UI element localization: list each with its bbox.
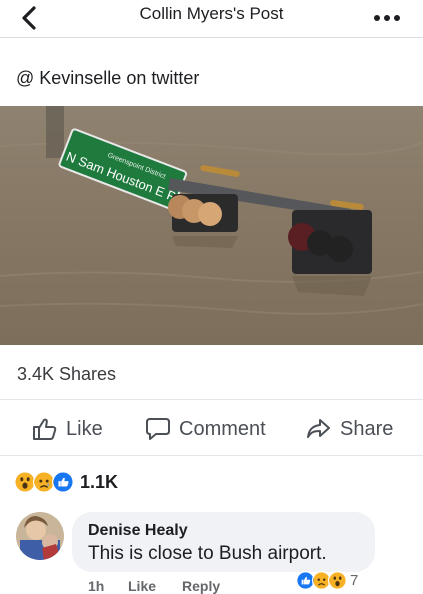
post-photo[interactable]: Greenspoint District N Sam Houston E Pkw… bbox=[0, 106, 423, 345]
avatar-image bbox=[16, 512, 64, 560]
comment-label: Comment bbox=[179, 417, 266, 440]
thumbs-up-icon bbox=[33, 418, 57, 440]
page-title: Collin Myers's Post bbox=[139, 4, 284, 23]
share-button[interactable]: Share bbox=[306, 412, 393, 446]
comment-reactions[interactable]: 7 bbox=[296, 570, 358, 590]
comment-time: 1h bbox=[88, 578, 105, 594]
comment-bubble[interactable]: Denise Healy This is close to Bush airpo… bbox=[72, 512, 375, 572]
divider bbox=[0, 455, 423, 456]
chevron-left-icon bbox=[22, 6, 36, 30]
comment-reaction-count: 7 bbox=[350, 571, 359, 589]
wow-reaction-icon bbox=[328, 570, 347, 590]
shares-count[interactable]: 3.4K Shares bbox=[17, 363, 116, 385]
more-dot bbox=[384, 15, 390, 21]
reactions-count: 1.1K bbox=[80, 471, 119, 492]
share-arrow-icon bbox=[307, 419, 330, 438]
comment-like-link[interactable]: Like bbox=[128, 578, 156, 594]
flood-photo-image: Greenspoint District N Sam Houston E Pkw… bbox=[0, 106, 423, 345]
avatar[interactable] bbox=[16, 512, 64, 560]
like-label: Like bbox=[66, 417, 103, 440]
post-caption: @ Kevinselle on twitter bbox=[16, 68, 200, 88]
like-button[interactable]: Like bbox=[32, 412, 103, 446]
share-label: Share bbox=[340, 417, 394, 440]
back-button[interactable] bbox=[18, 4, 44, 32]
comment-reply-link[interactable]: Reply bbox=[182, 578, 220, 594]
more-dots-icon bbox=[374, 15, 380, 21]
more-dot bbox=[394, 15, 400, 21]
speech-bubble-icon bbox=[146, 418, 170, 440]
comment-text: This is close to Bush airport. bbox=[88, 543, 327, 564]
reactions-summary[interactable]: 1.1K bbox=[14, 470, 118, 494]
divider bbox=[0, 399, 423, 400]
like-reaction-icon bbox=[52, 471, 74, 493]
top-bar: Collin Myers's Post bbox=[0, 0, 423, 38]
more-options-button[interactable] bbox=[374, 8, 408, 22]
comment-button[interactable]: Comment bbox=[145, 412, 266, 446]
comment-author[interactable]: Denise Healy bbox=[88, 522, 188, 540]
